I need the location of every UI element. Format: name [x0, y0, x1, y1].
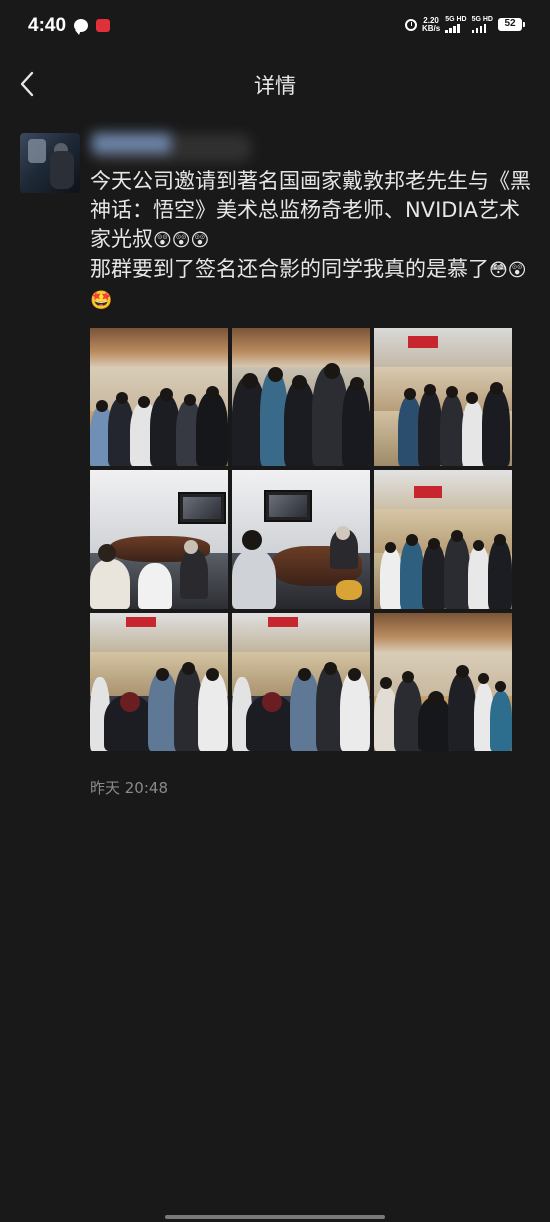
photo-5[interactable] — [232, 470, 370, 609]
status-bar: 4:40 2.20 KB/s 5G HD 5G HD 52 — [0, 0, 550, 56]
photo-4[interactable] — [90, 470, 228, 609]
status-notification-icons — [74, 19, 110, 35]
photo-9[interactable] — [374, 613, 512, 751]
battery-level: 52 — [504, 18, 516, 29]
status-right-group: 2.20 KB/s 5G HD 5G HD 52 — [404, 16, 525, 33]
app-notification-icon — [96, 19, 110, 32]
battery-icon: 52 — [498, 18, 525, 31]
page-title: 详情 — [254, 74, 296, 98]
post-timestamp: 昨天 20:48 — [90, 779, 168, 797]
sim1-label: 5G HD — [445, 16, 467, 23]
photo-3[interactable] — [374, 328, 512, 466]
nav-bar: 详情 — [0, 56, 550, 112]
status-time: 4:40 — [28, 15, 67, 36]
sim2-label: 5G HD — [471, 16, 493, 23]
photo-1[interactable] — [90, 328, 228, 466]
photo-2[interactable] — [232, 328, 370, 466]
photo-grid — [90, 328, 513, 751]
username[interactable]: ██████ — [92, 134, 252, 162]
signal-bars-icon — [471, 24, 487, 33]
net-speed-unit: KB/s — [421, 23, 441, 33]
home-indicator[interactable] — [165, 1215, 385, 1219]
post-text: 今天公司邀请到著名国画家戴敦邦老先生与《黑神话：悟空》美术总监杨奇老师、NVID… — [90, 167, 535, 315]
avatar[interactable] — [20, 133, 80, 193]
sim2-signal: 5G HD — [471, 16, 493, 33]
post-text-line2: 那群要到了签名还合影的同学我真的是慕了 — [90, 257, 489, 281]
photo-7[interactable] — [90, 613, 228, 751]
signal-bars-icon — [445, 24, 460, 33]
alarm-icon — [404, 18, 417, 31]
photo-6[interactable] — [374, 470, 512, 609]
sim1-signal: 5G HD — [445, 16, 467, 33]
chat-notification-icon — [74, 19, 88, 35]
post-emoji-2: 😳 — [489, 260, 508, 281]
photo-8[interactable] — [232, 613, 370, 751]
post-emoji-1: 😲😲😲 — [153, 230, 210, 251]
net-speed: 2.20 KB/s — [421, 16, 441, 33]
